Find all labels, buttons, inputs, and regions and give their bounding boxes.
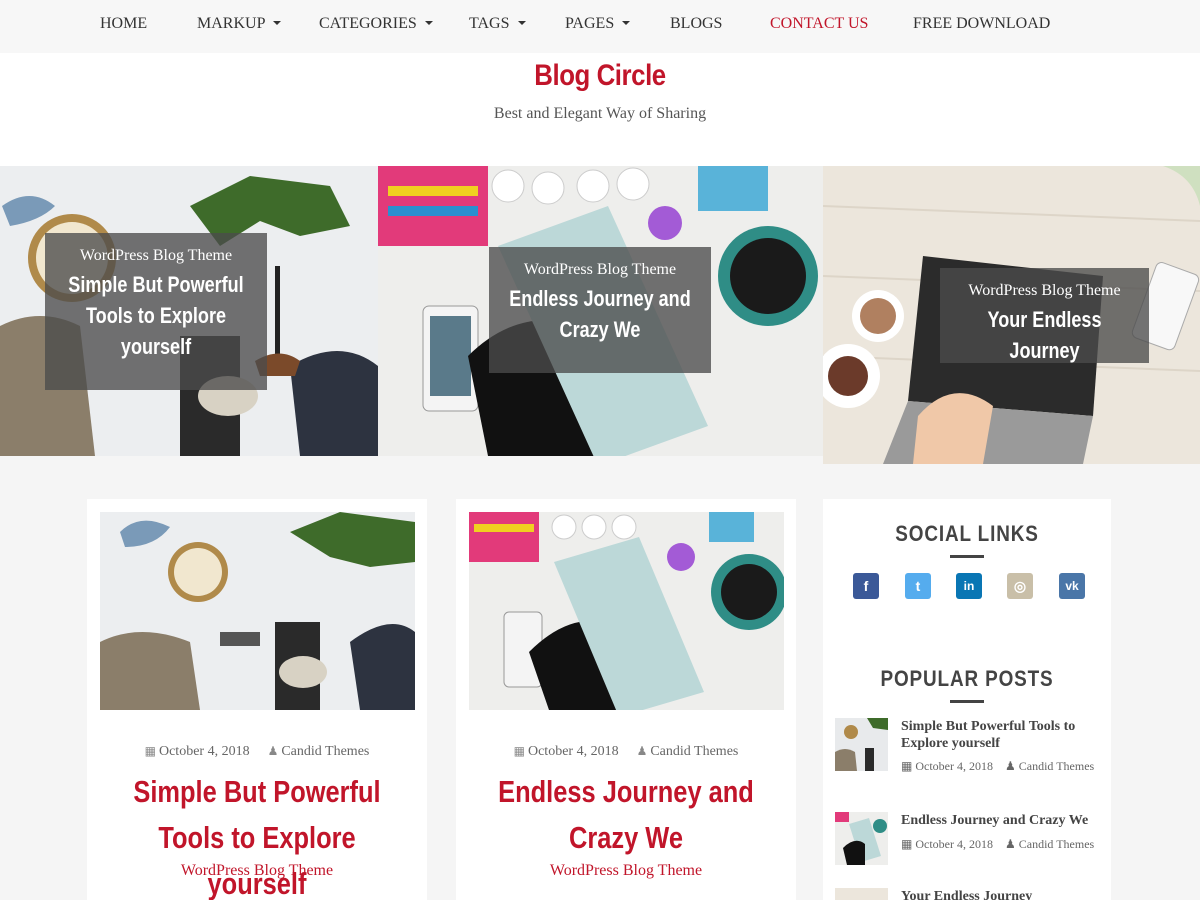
calendar-icon: ▦ bbox=[901, 759, 913, 773]
post-card-2: ▦ October 4, 2018 ♟ Candid Themes Endless J… bbox=[456, 499, 796, 900]
post-1-category[interactable]: WordPress Blog Theme bbox=[87, 862, 427, 880]
nav-markup[interactable]: MARKUP bbox=[197, 0, 282, 50]
popular-post-1-image bbox=[835, 718, 888, 771]
chevron-down-icon bbox=[273, 21, 282, 26]
post-2-date[interactable]: October 4, 2018 bbox=[528, 744, 619, 759]
slide-3[interactable]: WordPress Blog Theme Your Endless Journe… bbox=[823, 166, 1200, 464]
post-1-thumbnail[interactable] bbox=[100, 512, 415, 710]
chevron-down-icon bbox=[424, 21, 433, 26]
popular-post-1: Simple But Powerful Tools to Explore you… bbox=[835, 718, 1100, 788]
post-1-author[interactable]: Candid Themes bbox=[281, 744, 369, 759]
calendar-icon: ▦ bbox=[513, 744, 525, 758]
post-1-date[interactable]: October 4, 2018 bbox=[159, 744, 250, 759]
popular-posts-divider bbox=[950, 700, 984, 703]
slide-2[interactable]: WordPress Blog Theme Endless Journey and… bbox=[378, 166, 823, 456]
slide-2-category[interactable]: WordPress Blog Theme bbox=[489, 261, 711, 279]
nav-free-download[interactable]: FREE DOWNLOAD bbox=[913, 0, 1050, 50]
chevron-down-icon bbox=[517, 21, 526, 26]
slide-1[interactable]: WordPress Blog Theme Simple But Powerful… bbox=[0, 166, 378, 456]
post-1-meta: ▦ October 4, 2018 ♟ Candid Themes bbox=[87, 744, 427, 760]
popular-post-2-title[interactable]: Endless Journey and Crazy We bbox=[901, 812, 1096, 829]
nav-markup-label: MARKUP bbox=[197, 15, 266, 32]
popular-post-1-meta: ▦ October 4, 2018 ♟ Candid Themes bbox=[901, 760, 1096, 773]
nav-categories[interactable]: CATEGORIES bbox=[319, 0, 433, 50]
post-2-category[interactable]: WordPress Blog Theme bbox=[456, 862, 796, 880]
nav-tags[interactable]: TAGS bbox=[469, 0, 526, 50]
popular-post-2-thumbnail[interactable] bbox=[835, 812, 888, 865]
post-2-author[interactable]: Candid Themes bbox=[650, 744, 738, 759]
user-icon: ♟ bbox=[267, 744, 279, 758]
slide-2-title[interactable]: Endless Journey and Crazy We bbox=[509, 283, 691, 345]
nav-tags-label: TAGS bbox=[469, 15, 510, 32]
twitter-icon[interactable]: t bbox=[905, 573, 931, 599]
slide-1-category[interactable]: WordPress Blog Theme bbox=[45, 247, 267, 265]
popular-post-1-author[interactable]: Candid Themes bbox=[1019, 759, 1094, 773]
linkedin-icon[interactable]: in bbox=[956, 573, 982, 599]
user-icon: ♟ bbox=[1005, 837, 1016, 851]
popular-post-1-thumbnail[interactable] bbox=[835, 718, 888, 771]
slide-3-category[interactable]: WordPress Blog Theme bbox=[940, 282, 1149, 300]
nav-pages[interactable]: PAGES bbox=[565, 0, 631, 50]
post-2-meta: ▦ October 4, 2018 ♟ Candid Themes bbox=[456, 744, 796, 760]
main-navigation: HOME MARKUP CATEGORIES TAGS PAGES BLOGS … bbox=[0, 0, 1200, 53]
instagram-icon[interactable]: ◎ bbox=[1007, 573, 1033, 599]
nav-blogs-label: BLOGS bbox=[670, 15, 723, 32]
nav-pages-label: PAGES bbox=[565, 15, 615, 32]
slide-3-title[interactable]: Your Endless Journey bbox=[959, 304, 1130, 366]
nav-contact-us-label: CONTACT US bbox=[770, 15, 869, 32]
calendar-icon: ▦ bbox=[901, 837, 913, 851]
popular-post-2-date[interactable]: October 4, 2018 bbox=[915, 837, 993, 851]
nav-contact-us[interactable]: CONTACT US bbox=[770, 0, 868, 50]
post-1-image bbox=[100, 512, 415, 710]
nav-home-label: HOME bbox=[100, 15, 148, 32]
nav-free-download-label: FREE DOWNLOAD bbox=[913, 15, 1051, 32]
slide-2-caption: WordPress Blog Theme Endless Journey and… bbox=[489, 247, 711, 373]
site-title[interactable]: Blog Circle bbox=[84, 59, 1116, 93]
popular-post-1-date[interactable]: October 4, 2018 bbox=[915, 759, 993, 773]
site-tagline: Best and Elegant Way of Sharing bbox=[493, 105, 707, 122]
social-links-title: SOCIAL LINKS bbox=[895, 521, 1039, 546]
post-card-1: ▦ October 4, 2018 ♟ Candid Themes Simple Bu… bbox=[87, 499, 427, 900]
popular-post-2-meta: ▦ October 4, 2018 ♟ Candid Themes bbox=[901, 838, 1096, 851]
nav-blogs[interactable]: BLOGS bbox=[670, 0, 722, 50]
popular-post-2: Endless Journey and Crazy We ▦ October 4… bbox=[835, 812, 1100, 872]
popular-post-1-title[interactable]: Simple But Powerful Tools to Explore you… bbox=[901, 718, 1096, 752]
vk-icon[interactable]: vk bbox=[1059, 573, 1085, 599]
user-icon: ♟ bbox=[636, 744, 648, 758]
post-2-title[interactable]: Endless Journey and Crazy We bbox=[456, 769, 796, 861]
post-1-title-text: Simple But Powerful Tools to Explore you… bbox=[133, 774, 381, 900]
user-icon: ♟ bbox=[1005, 759, 1016, 773]
chevron-down-icon bbox=[622, 21, 631, 26]
popular-post-2-image bbox=[835, 812, 888, 865]
slide-1-title[interactable]: Simple But Powerful Tools to Explore you… bbox=[65, 269, 247, 362]
featured-slider: WordPress Blog Theme Simple But Powerful… bbox=[0, 166, 1200, 466]
popular-post-3: Your Endless Journey bbox=[835, 888, 1100, 900]
post-2-thumbnail[interactable] bbox=[469, 512, 784, 710]
post-2-title-text: Endless Journey and Crazy We bbox=[498, 774, 754, 855]
slide-3-caption: WordPress Blog Theme Your Endless Journe… bbox=[940, 268, 1149, 363]
popular-post-2-author[interactable]: Candid Themes bbox=[1019, 837, 1094, 851]
nav-home[interactable]: HOME bbox=[100, 0, 147, 50]
facebook-icon[interactable]: f bbox=[853, 573, 879, 599]
post-2-image bbox=[469, 512, 784, 710]
social-links-divider bbox=[950, 555, 984, 558]
post-1-title[interactable]: Simple But Powerful Tools to Explore you… bbox=[87, 769, 427, 900]
calendar-icon: ▦ bbox=[144, 744, 156, 758]
popular-post-3-thumbnail[interactable] bbox=[835, 888, 888, 900]
nav-categories-label: CATEGORIES bbox=[319, 15, 417, 32]
popular-posts-title: POPULAR POSTS bbox=[880, 666, 1054, 691]
slide-1-caption: WordPress Blog Theme Simple But Powerful… bbox=[45, 233, 267, 390]
popular-post-3-title[interactable]: Your Endless Journey bbox=[901, 888, 1096, 900]
site-header: Blog Circle Best and Elegant Way of Shar… bbox=[0, 53, 1200, 166]
